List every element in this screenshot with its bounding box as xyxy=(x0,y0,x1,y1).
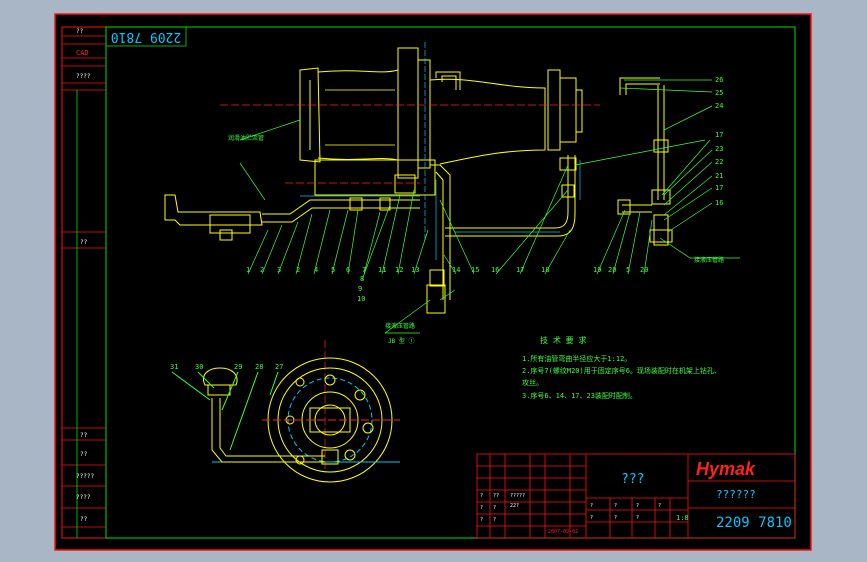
svg-text:?: ? xyxy=(636,515,639,521)
svg-text:?: ? xyxy=(658,503,661,509)
svg-text:22?: 22? xyxy=(510,503,519,509)
title-date: 2007-09-02 xyxy=(548,529,578,535)
part-no-26: 26 xyxy=(715,76,723,84)
part-no-5: 5 xyxy=(331,266,335,274)
left-strip-t8: ?? xyxy=(80,516,88,523)
part-no-16r: 16 xyxy=(715,199,723,207)
part-no-22: 22 xyxy=(715,158,723,166)
part-no-15: 15 xyxy=(471,266,479,274)
left-strip-t2: ???? xyxy=(76,73,91,80)
part-no-11: 11 xyxy=(378,266,386,274)
svg-text:?: ? xyxy=(493,505,496,511)
part-no-23: 23 xyxy=(715,145,723,153)
left-strip-t6: ????? xyxy=(76,473,94,480)
part-no-31: 31 xyxy=(170,363,178,371)
title-scale: 1:8 xyxy=(676,514,689,522)
part-no-18: 18 xyxy=(541,266,549,274)
brand-logo: Hymak xyxy=(696,459,756,479)
part-no-16: 16 xyxy=(491,266,499,274)
svg-text:?: ? xyxy=(590,515,593,521)
callout-left: 润滑油贮流管 xyxy=(228,134,264,142)
svg-text:?: ? xyxy=(636,503,639,509)
part-no-4: 4 xyxy=(314,266,318,274)
svg-text:?: ? xyxy=(590,503,593,509)
part-no-21: 21 xyxy=(715,172,723,180)
part-no-3: 3 xyxy=(277,266,281,274)
part-no-19: 19 xyxy=(593,266,601,274)
part-no-10: 10 xyxy=(357,295,365,303)
left-strip-t4: ?? xyxy=(80,432,88,439)
svg-text:?: ? xyxy=(493,517,496,523)
left-strip-t1: ?? xyxy=(76,28,84,35)
callout-right: 接液压管路 xyxy=(694,256,724,264)
part-no-7: 7 xyxy=(362,266,366,274)
part-no-25: 25 xyxy=(715,89,723,97)
cad-viewport[interactable]: ?? CAD ???? ?? ?? ?? ????? ???? ?? 2209 … xyxy=(0,0,867,562)
tech-line-1: 1.所有油管弯曲半径应大于1:12。 xyxy=(522,354,631,363)
drawing-sheet: ?? CAD ???? ?? ?? ?? ????? ???? ?? 2209 … xyxy=(54,13,812,551)
part-no-24: 24 xyxy=(715,102,723,110)
part-no-28: 28 xyxy=(255,363,263,371)
tech-line-3: 3.序号6、14、17、23装配时配制。 xyxy=(522,391,637,400)
left-strip-t7: ???? xyxy=(76,494,91,501)
part-no-6: 6 xyxy=(346,266,350,274)
part-no-29: 29 xyxy=(234,363,242,371)
part-no-12: 12 xyxy=(395,266,403,274)
part-no-20b: 20 xyxy=(640,266,648,274)
title-drawing-number: 2209 7810 xyxy=(716,515,792,531)
svg-text:?????: ????? xyxy=(510,493,525,499)
part-no-2b: 2 xyxy=(296,266,300,274)
part-no-17r: 17 xyxy=(715,131,723,139)
callout-bottom-sub: JB 型 ① xyxy=(388,337,414,345)
title-company: ?????? xyxy=(716,488,756,501)
svg-text:?: ? xyxy=(480,505,483,511)
part-no-2a: 2 xyxy=(260,266,264,274)
part-no-27: 27 xyxy=(275,363,283,371)
svg-text:?: ? xyxy=(480,517,483,523)
callout-bottom: 接液压管路 xyxy=(385,322,415,330)
left-strip-t5: ?? xyxy=(80,451,88,458)
part-no-17: 17 xyxy=(516,266,524,274)
tech-line-2b: 攻丝。 xyxy=(522,378,543,387)
left-strip-t3: ?? xyxy=(80,239,88,246)
part-no-8: 8 xyxy=(360,275,364,283)
part-no-1: 1 xyxy=(246,266,250,274)
svg-text:?: ? xyxy=(480,493,483,499)
left-strip-cad: CAD xyxy=(76,49,89,57)
part-no-17s: 17 xyxy=(715,184,723,192)
tech-title: 技 术 要 求 xyxy=(540,335,586,345)
part-no-9: 9 xyxy=(358,285,362,293)
part-no-30: 30 xyxy=(195,363,203,371)
tech-line-2: 2.序号7(螺纹M20)用于固定序号6。现场装配时在机架上钻孔、 xyxy=(522,366,721,375)
svg-text:?: ? xyxy=(614,515,617,521)
part-no-13: 13 xyxy=(411,266,419,274)
title-part-name: ??? xyxy=(621,472,644,487)
part-no-5b: 5 xyxy=(626,266,630,274)
part-no-14: 14 xyxy=(452,266,460,274)
drawing-number-rotated: 2209 7810 xyxy=(111,29,181,44)
svg-text:?: ? xyxy=(614,503,617,509)
part-no-20a: 20 xyxy=(608,266,616,274)
svg-text:??: ?? xyxy=(493,493,499,499)
